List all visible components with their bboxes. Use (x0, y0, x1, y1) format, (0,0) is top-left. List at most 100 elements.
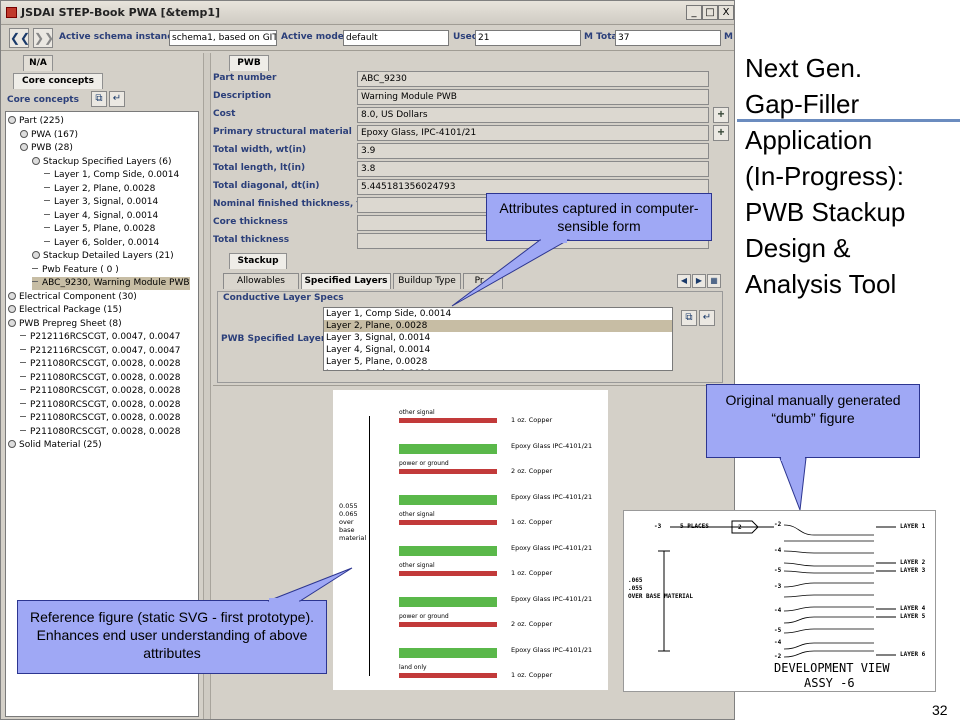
specified-layers-list[interactable]: Layer 1, Comp Side, 0.0014 Layer 2, Plane… (323, 307, 673, 371)
tree-item[interactable]: Layer 4, Signal, 0.0014 (44, 210, 158, 223)
tree-node-icon[interactable] (20, 129, 28, 138)
tree-item-label: Part (225) (19, 116, 64, 126)
property-value-field[interactable]: ABC_9230 (357, 71, 709, 87)
tree-node-icon[interactable] (8, 440, 16, 448)
list-item[interactable]: Layer 2, Plane, 0.0028 (324, 320, 672, 332)
forward-icon[interactable]: ❯❯ (33, 28, 54, 48)
tree-item[interactable]: PWB Prepreg Sheet (8) (8, 318, 122, 331)
tree-item[interactable]: Stackup Specified Layers (6) (32, 156, 172, 169)
tree-item[interactable]: Solid Material (25) (8, 439, 102, 452)
tree-item[interactable]: P211080RCSCGT, 0.0028, 0.0028 (20, 372, 180, 385)
tree-item[interactable]: Electrical Package (15) (8, 304, 122, 317)
back-icon[interactable]: ❮❮ (9, 28, 30, 48)
tree-item[interactable]: PWB (28) (20, 142, 73, 155)
tree-item[interactable]: Part (225) (8, 115, 64, 128)
tree-leaf-icon (20, 348, 26, 350)
property-value-field[interactable]: 8.0, US Dollars (357, 107, 709, 123)
list-item[interactable]: Layer 6, Solder, 0.0014 (324, 368, 672, 370)
tree-node-icon[interactable] (20, 143, 28, 151)
tab-pwb[interactable]: PWB (229, 55, 269, 71)
used-field[interactable]: 21 (475, 30, 581, 46)
tab-scroll-right-icon[interactable]: ▶ (692, 274, 706, 288)
tree-item[interactable]: PWA (167) (20, 129, 78, 142)
tree-item-label: PWB (28) (31, 143, 73, 153)
tree-item[interactable]: P212116RCSCGT, 0.0047, 0.0047 (20, 331, 180, 344)
tree-item[interactable]: Electrical Component (30) (8, 291, 137, 304)
copy-icon[interactable]: ⧉ (91, 91, 107, 107)
subtab[interactable]: Pr... (463, 273, 503, 289)
subtab[interactable]: Buildup Type (393, 273, 461, 289)
tree-item[interactable]: Layer 5, Plane, 0.0028 (44, 223, 155, 236)
development-view-figure: -3 5 PLACES 2 -2 -4 -5 -3 -4 -5 -4 -2 .0… (623, 510, 936, 692)
window-title: JSDAI STEP-Book PWA [&temp1] (21, 6, 220, 19)
copper-layer (399, 673, 497, 678)
dev-tick-label: -3 (774, 583, 782, 590)
minimize-button[interactable]: _ (686, 5, 702, 20)
tab-scroll-left-icon[interactable]: ◀ (677, 274, 691, 288)
slide-title-line: Next Gen. (745, 53, 863, 83)
tree-item[interactable]: P211080RCSCGT, 0.0028, 0.0028 (20, 385, 180, 398)
property-value-field[interactable]: 3.8 (357, 161, 709, 177)
tree-item[interactable]: P211080RCSCGT, 0.0028, 0.0028 (20, 426, 180, 439)
tree-node-icon[interactable] (8, 291, 16, 300)
list-item[interactable]: Layer 3, Signal, 0.0014 (324, 332, 672, 344)
tree-leaf-icon (20, 389, 26, 390)
tab-list-icon[interactable]: ▦ (707, 274, 721, 288)
add-icon[interactable]: + (713, 107, 729, 123)
title-bar[interactable]: JSDAI STEP-Book PWA [&temp1] _ □ X (1, 1, 734, 25)
enter-icon[interactable]: ↵ (699, 310, 715, 326)
tree-node-icon[interactable] (8, 305, 16, 313)
layer-material: 2 oz. Copper (511, 467, 553, 475)
tree-node-icon[interactable] (32, 156, 40, 165)
mtotal-field[interactable]: 37 (615, 30, 721, 46)
tab-core-concepts[interactable]: Core concepts (13, 73, 103, 89)
layer-material: 1 oz. Copper (511, 671, 553, 679)
layer-name: power or ground (399, 460, 449, 467)
layer-name: other signal (399, 409, 435, 416)
tree-item[interactable]: Layer 6, Solder, 0.0014 (44, 237, 159, 250)
tree-node-icon[interactable] (8, 116, 16, 124)
property-value-field[interactable]: Warning Module PWB (357, 89, 709, 105)
tree-item[interactable]: P211080RCSCGT, 0.0028, 0.0028 (20, 358, 180, 371)
close-button[interactable]: X (718, 5, 734, 20)
subtab[interactable]: Specified Layers (301, 273, 391, 289)
property-label: Core thickness (213, 217, 288, 227)
tree-item[interactable]: P211080RCSCGT, 0.0028, 0.0028 (20, 412, 180, 425)
list-item[interactable]: Layer 5, Plane, 0.0028 (324, 356, 672, 368)
add-icon[interactable]: + (713, 125, 729, 141)
model-field[interactable]: default (343, 30, 449, 46)
layer-material: Epoxy Glass IPC-4101/21 (511, 441, 593, 450)
list-item[interactable]: Layer 4, Signal, 0.0014 (324, 344, 672, 356)
property-label: Nominal finished thickness, t(in) (213, 199, 379, 209)
property-value-field[interactable]: Epoxy Glass, IPC-4101/21 (357, 125, 709, 141)
layer-material: Epoxy Glass IPC-4101/21 (511, 492, 593, 501)
tree-item[interactable]: ABC_9230, Warning Module PWB (32, 277, 190, 290)
tree-item[interactable]: Pwb Feature ( 0 ) (32, 264, 119, 277)
tree-leaf-icon (20, 362, 26, 363)
maximize-button[interactable]: □ (702, 5, 718, 20)
schema-field[interactable]: schema1, based on GIT (169, 30, 277, 46)
page-number: 32 (932, 702, 948, 718)
tree-node-icon[interactable] (8, 318, 16, 327)
group-title: Conductive Layer Specs (221, 293, 346, 303)
copy-icon[interactable]: ⧉ (681, 310, 697, 326)
tab-na[interactable]: N/A (23, 55, 53, 71)
tree-item-label: Layer 4, Signal, 0.0014 (54, 210, 159, 221)
tree-item[interactable]: Layer 1, Comp Side, 0.0014 (44, 169, 179, 182)
enter-icon[interactable]: ↵ (109, 91, 125, 107)
tree-leaf-icon (32, 281, 38, 282)
subtab[interactable]: Allowables (223, 273, 299, 289)
tree-leaf-icon (44, 240, 50, 242)
list-item[interactable]: Layer 1, Comp Side, 0.0014 (324, 308, 672, 320)
property-label: Description (213, 91, 272, 101)
tree-item[interactable]: Layer 2, Plane, 0.0028 (44, 183, 155, 196)
property-value-field[interactable]: 3.9 (357, 143, 709, 159)
epoxy-layer (399, 545, 497, 556)
tree-item[interactable]: Stackup Detailed Layers (21) (32, 250, 174, 263)
tab-stackup[interactable]: Stackup (229, 253, 287, 269)
tree-item[interactable]: P212116RCSCGT, 0.0047, 0.0047 (20, 345, 180, 358)
tree-node-icon[interactable] (32, 251, 40, 259)
tree-item[interactable]: Layer 3, Signal, 0.0014 (44, 196, 158, 209)
tree-item[interactable]: P211080RCSCGT, 0.0028, 0.0028 (20, 399, 180, 412)
property-label: Primary structural material (213, 127, 352, 137)
